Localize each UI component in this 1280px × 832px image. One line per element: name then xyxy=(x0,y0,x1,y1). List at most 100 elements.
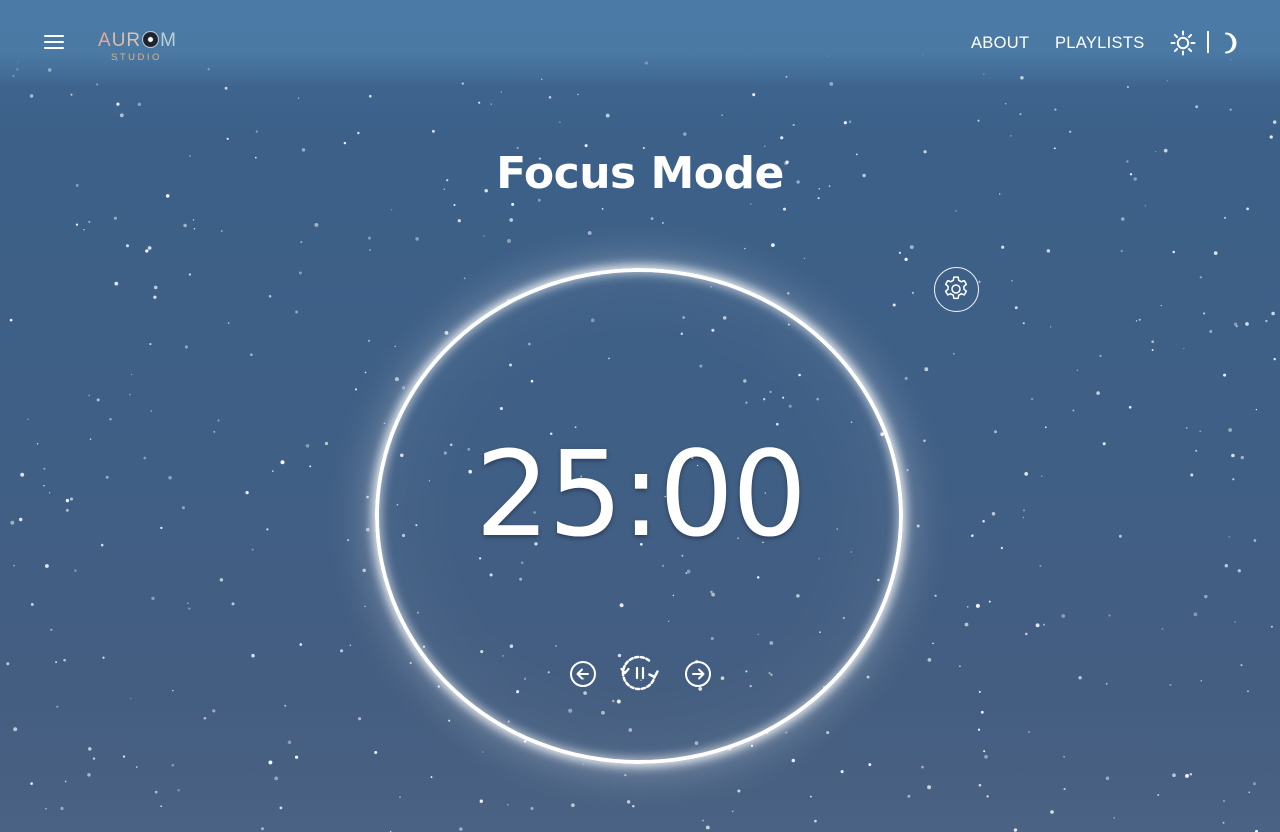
star xyxy=(374,751,378,754)
star xyxy=(1233,322,1238,326)
star xyxy=(1027,730,1030,733)
settings-button[interactable] xyxy=(934,267,979,312)
star xyxy=(1235,325,1238,328)
star xyxy=(1172,773,1176,778)
star xyxy=(268,760,273,765)
star xyxy=(904,376,908,381)
sun-icon[interactable] xyxy=(1170,30,1196,56)
star xyxy=(482,751,484,753)
star xyxy=(1128,405,1132,409)
star xyxy=(752,93,756,97)
star xyxy=(1011,280,1013,282)
star xyxy=(1099,354,1102,358)
star xyxy=(251,653,255,658)
star xyxy=(300,241,303,244)
star xyxy=(96,398,100,402)
star xyxy=(866,675,870,679)
star xyxy=(705,825,710,830)
star xyxy=(1004,103,1007,105)
star xyxy=(1030,397,1034,401)
star xyxy=(702,819,704,822)
star xyxy=(160,805,163,808)
star xyxy=(650,217,654,220)
star xyxy=(88,747,92,751)
star xyxy=(587,231,592,235)
star xyxy=(137,102,142,107)
star xyxy=(848,120,852,123)
star xyxy=(75,223,79,226)
theme-toggle-divider xyxy=(1207,31,1209,53)
star xyxy=(30,602,34,606)
star xyxy=(1022,322,1025,325)
star xyxy=(584,144,588,148)
star xyxy=(1072,409,1075,412)
star xyxy=(261,827,264,831)
star xyxy=(1135,320,1138,322)
star xyxy=(295,310,299,314)
star xyxy=(909,245,914,250)
star xyxy=(731,810,734,813)
star xyxy=(1183,347,1185,350)
star xyxy=(1046,249,1051,253)
star xyxy=(364,371,367,374)
star xyxy=(1229,108,1232,111)
nav-about-link[interactable]: ABOUT xyxy=(971,34,1029,53)
star xyxy=(983,750,986,753)
nav-playlists-link[interactable]: PLAYLISTS xyxy=(1055,34,1145,53)
star xyxy=(287,740,292,745)
star xyxy=(1151,349,1154,351)
star xyxy=(369,249,372,252)
star xyxy=(463,277,466,280)
star xyxy=(274,776,279,781)
star xyxy=(88,394,91,397)
star xyxy=(1223,800,1225,802)
star xyxy=(9,318,13,322)
star xyxy=(44,564,49,568)
arrow-right-circle-icon[interactable] xyxy=(683,659,713,689)
star xyxy=(1193,612,1198,617)
star xyxy=(64,780,67,783)
star xyxy=(354,388,358,391)
star xyxy=(1043,623,1045,626)
star xyxy=(1213,251,1218,255)
star xyxy=(147,246,152,250)
star xyxy=(1063,755,1065,758)
star xyxy=(986,795,989,798)
arrow-left-circle-icon[interactable] xyxy=(568,659,598,689)
moon-icon[interactable] xyxy=(1219,31,1241,55)
star xyxy=(1199,276,1202,279)
star xyxy=(1013,828,1018,832)
star xyxy=(921,765,924,769)
star xyxy=(145,249,149,253)
star xyxy=(530,807,534,810)
star xyxy=(113,216,117,220)
star xyxy=(92,757,96,760)
star xyxy=(1120,249,1123,253)
star xyxy=(119,113,124,118)
countdown-display: 25:00 xyxy=(474,425,807,563)
star xyxy=(255,130,258,133)
star xyxy=(1169,683,1172,687)
star xyxy=(809,795,812,798)
star xyxy=(1160,304,1163,307)
star xyxy=(279,806,283,810)
star xyxy=(927,785,932,790)
star xyxy=(448,719,451,722)
star xyxy=(785,731,788,734)
brand-logo[interactable]: AUR M STUDIO xyxy=(98,28,178,68)
pause-restart-icon[interactable] xyxy=(618,652,662,696)
star xyxy=(1096,391,1100,395)
star xyxy=(1019,113,1022,116)
hamburger-menu-icon[interactable] xyxy=(44,34,66,52)
star xyxy=(964,622,969,627)
star xyxy=(150,410,153,413)
star xyxy=(843,121,847,125)
star xyxy=(478,101,481,104)
star xyxy=(1024,632,1028,636)
logo-wordmark: AUR M xyxy=(98,30,177,51)
star xyxy=(130,373,133,376)
star xyxy=(227,322,230,324)
star xyxy=(187,602,189,604)
star xyxy=(177,789,180,792)
star xyxy=(294,755,299,759)
